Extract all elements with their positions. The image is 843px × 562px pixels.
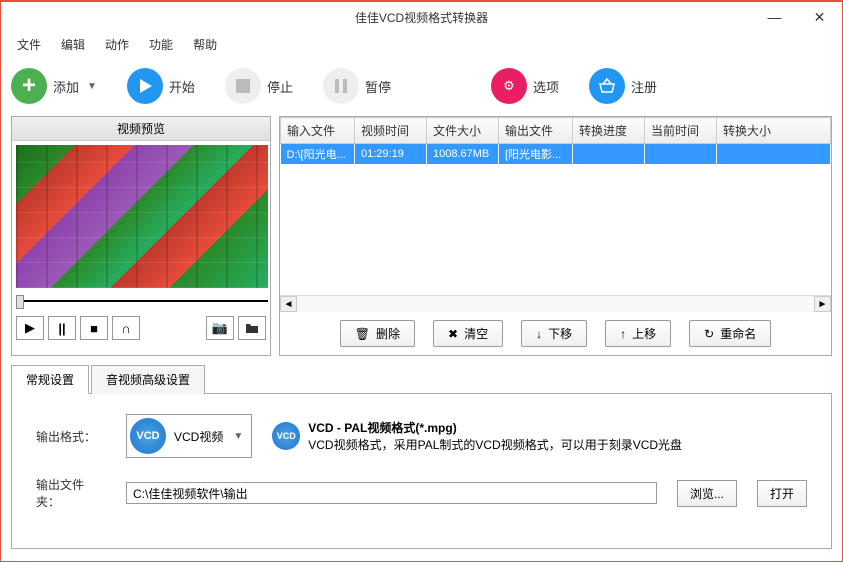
add-button[interactable]: + 添加 ▼ [11,68,97,104]
menubar: 文件 编辑 动作 功能 帮助 [1,32,842,56]
tab-general[interactable]: 常规设置 [11,365,89,394]
file-table: 输入文件 视频时间 文件大小 输出文件 转换进度 当前时间 转换大小 D:\[阳… [280,117,831,164]
col-progress[interactable]: 转换进度 [573,118,645,144]
settings-tabs: 常规设置 音视频高级设置 [11,364,832,394]
preview-stop-button[interactable]: ■ [80,316,108,340]
open-button[interactable]: 打开 [757,480,807,507]
move-up-button[interactable]: ↑上移 [605,320,671,347]
rename-button[interactable]: ↻重命名 [689,320,771,347]
pause-button[interactable]: 暂停 [323,68,391,104]
toolbar: + 添加 ▼ 开始 停止 暂停 ⚙ 选项 注册 [1,56,842,116]
start-button[interactable]: 开始 [127,68,195,104]
arrow-down-icon: ↓ [536,327,542,341]
table-row[interactable]: D:\[阳光电... 01:29:19 1008.67MB [阳光电影... [281,144,831,165]
preview-pause-button[interactable]: || [48,316,76,340]
clear-button[interactable]: ✖清空 [433,320,503,347]
col-output[interactable]: 输出文件 [499,118,573,144]
preview-title: 视频预览 [12,117,270,141]
chevron-down-icon: ▼ [87,81,97,92]
arrow-up-icon: ↑ [620,327,626,341]
menu-file[interactable]: 文件 [11,34,47,55]
col-size[interactable]: 文件大小 [427,118,499,144]
window-title: 佳佳VCD视频格式转换器 [355,9,488,26]
seek-slider[interactable] [16,292,268,310]
col-current[interactable]: 当前时间 [645,118,717,144]
output-folder-input[interactable] [126,482,657,504]
vcd-icon: VCD [130,418,166,454]
basket-icon [589,68,625,104]
col-input[interactable]: 输入文件 [281,118,355,144]
tab-advanced[interactable]: 音视频高级设置 [91,365,205,394]
col-duration[interactable]: 视频时间 [355,118,427,144]
menu-function[interactable]: 功能 [143,34,179,55]
window-controls: — ✕ [752,2,842,32]
snapshot-button[interactable]: 📷 [206,316,234,340]
scroll-right-button[interactable]: ► [814,296,831,312]
format-description: VCD VCD - PAL视频格式(*.mpg) VCD视频格式，采用PAL制式… [272,419,682,453]
preview-play-button[interactable]: ▶ [16,316,44,340]
delete-button[interactable]: 🗑删除 [340,320,415,347]
stop-button[interactable]: 停止 [225,68,293,104]
register-button[interactable]: 注册 [589,68,657,104]
scroll-left-button[interactable]: ◄ [280,296,297,312]
chevron-down-icon: ▼ [233,431,243,442]
close-button[interactable]: ✕ [797,2,842,32]
file-list-panel: 输入文件 视频时间 文件大小 输出文件 转换进度 当前时间 转换大小 D:\[阳… [279,116,832,356]
options-button[interactable]: ⚙ 选项 [491,68,559,104]
plus-icon: + [11,68,47,104]
preview-panel: 视频预览 ▶ || ■ ∩ 📷 [11,116,271,356]
col-outsize[interactable]: 转换大小 [717,118,831,144]
x-icon: ✖ [448,327,458,341]
horizontal-scrollbar[interactable]: ◄ ► [280,295,831,312]
output-format-label: 输出格式： [36,428,106,445]
menu-help[interactable]: 帮助 [187,34,223,55]
output-format-selector[interactable]: VCD VCD视频 ▼ [126,414,252,458]
browse-button[interactable]: 浏览... [677,480,737,507]
minimize-button[interactable]: — [752,2,797,32]
menu-action[interactable]: 动作 [99,34,135,55]
folder-button[interactable] [238,316,266,340]
preview-loop-button[interactable]: ∩ [112,316,140,340]
menu-edit[interactable]: 编辑 [55,34,91,55]
vcd-icon: VCD [272,422,300,450]
trash-icon: 🗑 [355,327,370,341]
gear-icon: ⚙ [491,68,527,104]
pause-icon [323,68,359,104]
move-down-button[interactable]: ↓下移 [521,320,587,347]
titlebar: 佳佳VCD视频格式转换器 — ✕ [1,2,842,32]
refresh-icon: ↻ [704,327,714,341]
stop-icon [225,68,261,104]
video-preview[interactable] [16,145,268,288]
settings-panel: 输出格式： VCD VCD视频 ▼ VCD VCD - PAL视频格式(*.mp… [11,394,832,549]
output-folder-label: 输出文件夹： [36,476,106,510]
play-icon [127,68,163,104]
